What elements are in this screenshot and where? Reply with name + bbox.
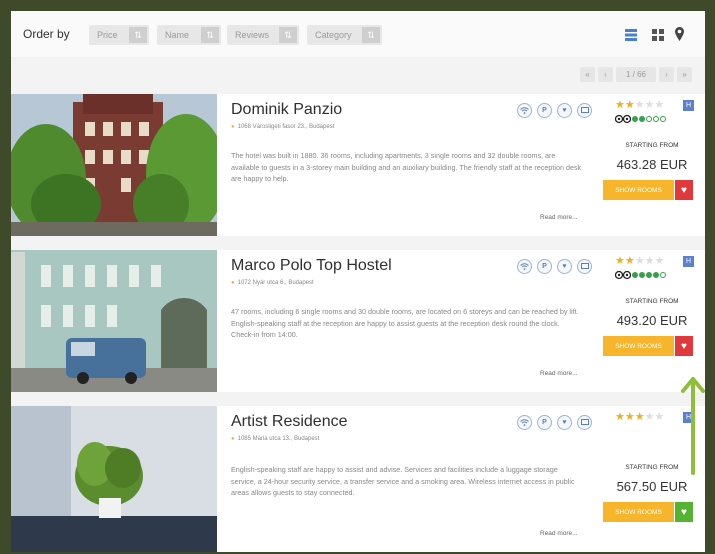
parking-feature-icon: P: [537, 103, 552, 118]
starting-from-label: STARTING FROM: [625, 142, 679, 149]
star-rating: ★★★★★: [615, 255, 665, 267]
rating-circle: [639, 116, 645, 122]
sort-arrow-icon: ⇅: [279, 27, 297, 43]
hotel-description: English-speaking staff are happy to assi…: [231, 465, 575, 497]
hotel-photo[interactable]: [11, 406, 217, 552]
hotel-card: Artist Residence ● 1085 Mária utca 13., B…: [11, 406, 705, 552]
rating-circle: [632, 116, 638, 122]
category-badge: H: [683, 256, 694, 267]
read-more-link[interactable]: Read more...: [540, 530, 578, 537]
tv-feature-icon: [577, 259, 592, 274]
starting-from-label: STARTING FROM: [625, 298, 679, 305]
hotel-card: Dominik Panzio ● 1068 Városligeti fasor 2…: [11, 94, 705, 236]
annotation-arrow-icon: [681, 377, 705, 475]
parking-feature-icon: P: [537, 415, 552, 430]
favorite-heart-icon[interactable]: ♥: [675, 180, 693, 200]
location-pin-icon: ●: [231, 124, 235, 130]
tv-feature-icon: [577, 103, 592, 118]
hotel-price: 567.50 EUR: [616, 479, 688, 494]
hotel-address: ● 1085 Mária utca 13., Budapest: [231, 436, 319, 442]
wifi-feature-icon: [517, 103, 532, 118]
hotel-address-text: 1068 Városligeti fasor 23., Budapest: [237, 124, 335, 130]
hotel-address-text: 1085 Mária utca 13., Budapest: [237, 436, 320, 442]
sort-by-category-button[interactable]: Category ⇅: [307, 25, 382, 45]
pet-feature-icon: ♥: [557, 103, 572, 118]
hotel-results-panel: Order by Price ⇅ Name ⇅ Reviews ⇅ Catego…: [11, 11, 705, 552]
sort-arrow-icon: ⇅: [362, 27, 380, 43]
hotel-address: ● 1068 Városligeti fasor 23., Budapest: [231, 124, 334, 130]
rating-circle: [632, 272, 638, 278]
show-rooms-button[interactable]: SHOW ROOMS: [603, 502, 674, 522]
prev-page-button[interactable]: ‹: [598, 67, 613, 82]
hotel-description: The hotel was built in 1880. 36 rooms, i…: [231, 151, 582, 183]
wifi-feature-icon: [517, 259, 532, 274]
show-rooms-button[interactable]: SHOW ROOMS: [603, 180, 674, 200]
show-rooms-button[interactable]: SHOW ROOMS: [603, 336, 674, 356]
sort-category-label: Category: [315, 30, 352, 40]
hotel-name-link[interactable]: Marco Polo Top Hostel: [231, 257, 392, 275]
rating-circle: [646, 116, 652, 122]
sort-arrow-icon: ⇅: [129, 27, 147, 43]
read-more-link[interactable]: Read more...: [540, 214, 578, 221]
location-pin-icon: ●: [231, 280, 235, 286]
star-rating: ★★★★★: [615, 99, 665, 111]
pagination: « ‹ 1 / 66 › »: [580, 67, 692, 82]
rating-circle: [653, 272, 659, 278]
next-page-button[interactable]: ›: [659, 67, 674, 82]
star-rating: ★★★★★: [615, 411, 665, 423]
first-page-button[interactable]: «: [580, 67, 595, 82]
tripadvisor-rating: [615, 114, 666, 124]
hotel-address-text: 1072 Nyár utca 6., Budapest: [237, 280, 314, 286]
parking-feature-icon: P: [537, 259, 552, 274]
sort-by-reviews-button[interactable]: Reviews ⇅: [227, 25, 299, 45]
wifi-feature-icon: [517, 415, 532, 430]
sort-arrow-icon: ⇅: [201, 27, 219, 43]
tv-feature-icon: [577, 415, 592, 430]
sort-name-label: Name: [165, 30, 190, 40]
hotel-card: Marco Polo Top Hostel ● 1072 Nyár utca 6.…: [11, 250, 705, 392]
hotel-description: 47 rooms, including 6 single rooms and 3…: [231, 307, 579, 339]
last-page-button[interactable]: »: [677, 67, 692, 82]
starting-from-label: STARTING FROM: [625, 464, 679, 471]
location-pin-icon: ●: [231, 436, 235, 442]
hotel-address: ● 1072 Nyár utca 6., Budapest: [231, 280, 314, 286]
tripadvisor-rating: [615, 270, 666, 280]
hotel-name-link[interactable]: Artist Residence: [231, 413, 348, 431]
rating-circle: [660, 116, 666, 122]
rating-circle: [639, 272, 645, 278]
hotel-name-link[interactable]: Dominik Panzio: [231, 101, 342, 119]
pet-feature-icon: ♥: [557, 259, 572, 274]
category-badge: H: [683, 100, 694, 111]
pet-feature-icon: ♥: [557, 415, 572, 430]
rating-circle: [660, 272, 666, 278]
hotel-price: 463.28 EUR: [616, 157, 688, 172]
sort-by-name-button[interactable]: Name ⇅: [157, 25, 221, 45]
order-by-label: Order by: [23, 27, 70, 41]
tripadvisor-owl-icon: [615, 114, 631, 124]
sort-price-label: Price: [97, 30, 118, 40]
favorite-heart-icon[interactable]: ♥: [675, 502, 693, 522]
page-indicator[interactable]: 1 / 66: [616, 67, 656, 82]
tripadvisor-owl-icon: [615, 270, 631, 280]
map-pin-icon[interactable]: [675, 27, 684, 41]
grid-view-icon[interactable]: [652, 29, 664, 41]
rating-circle: [653, 116, 659, 122]
read-more-link[interactable]: Read more...: [540, 370, 578, 377]
hotel-photo[interactable]: [11, 94, 217, 236]
sort-by-price-button[interactable]: Price ⇅: [89, 25, 149, 45]
sort-toolbar: Order by Price ⇅ Name ⇅ Reviews ⇅ Catego…: [11, 11, 705, 57]
rating-circle: [646, 272, 652, 278]
sort-reviews-label: Reviews: [235, 30, 270, 40]
favorite-heart-icon[interactable]: ♥: [675, 336, 693, 356]
list-view-icon[interactable]: [625, 29, 637, 41]
hotel-price: 493.20 EUR: [616, 313, 688, 328]
hotel-photo[interactable]: [11, 250, 217, 392]
